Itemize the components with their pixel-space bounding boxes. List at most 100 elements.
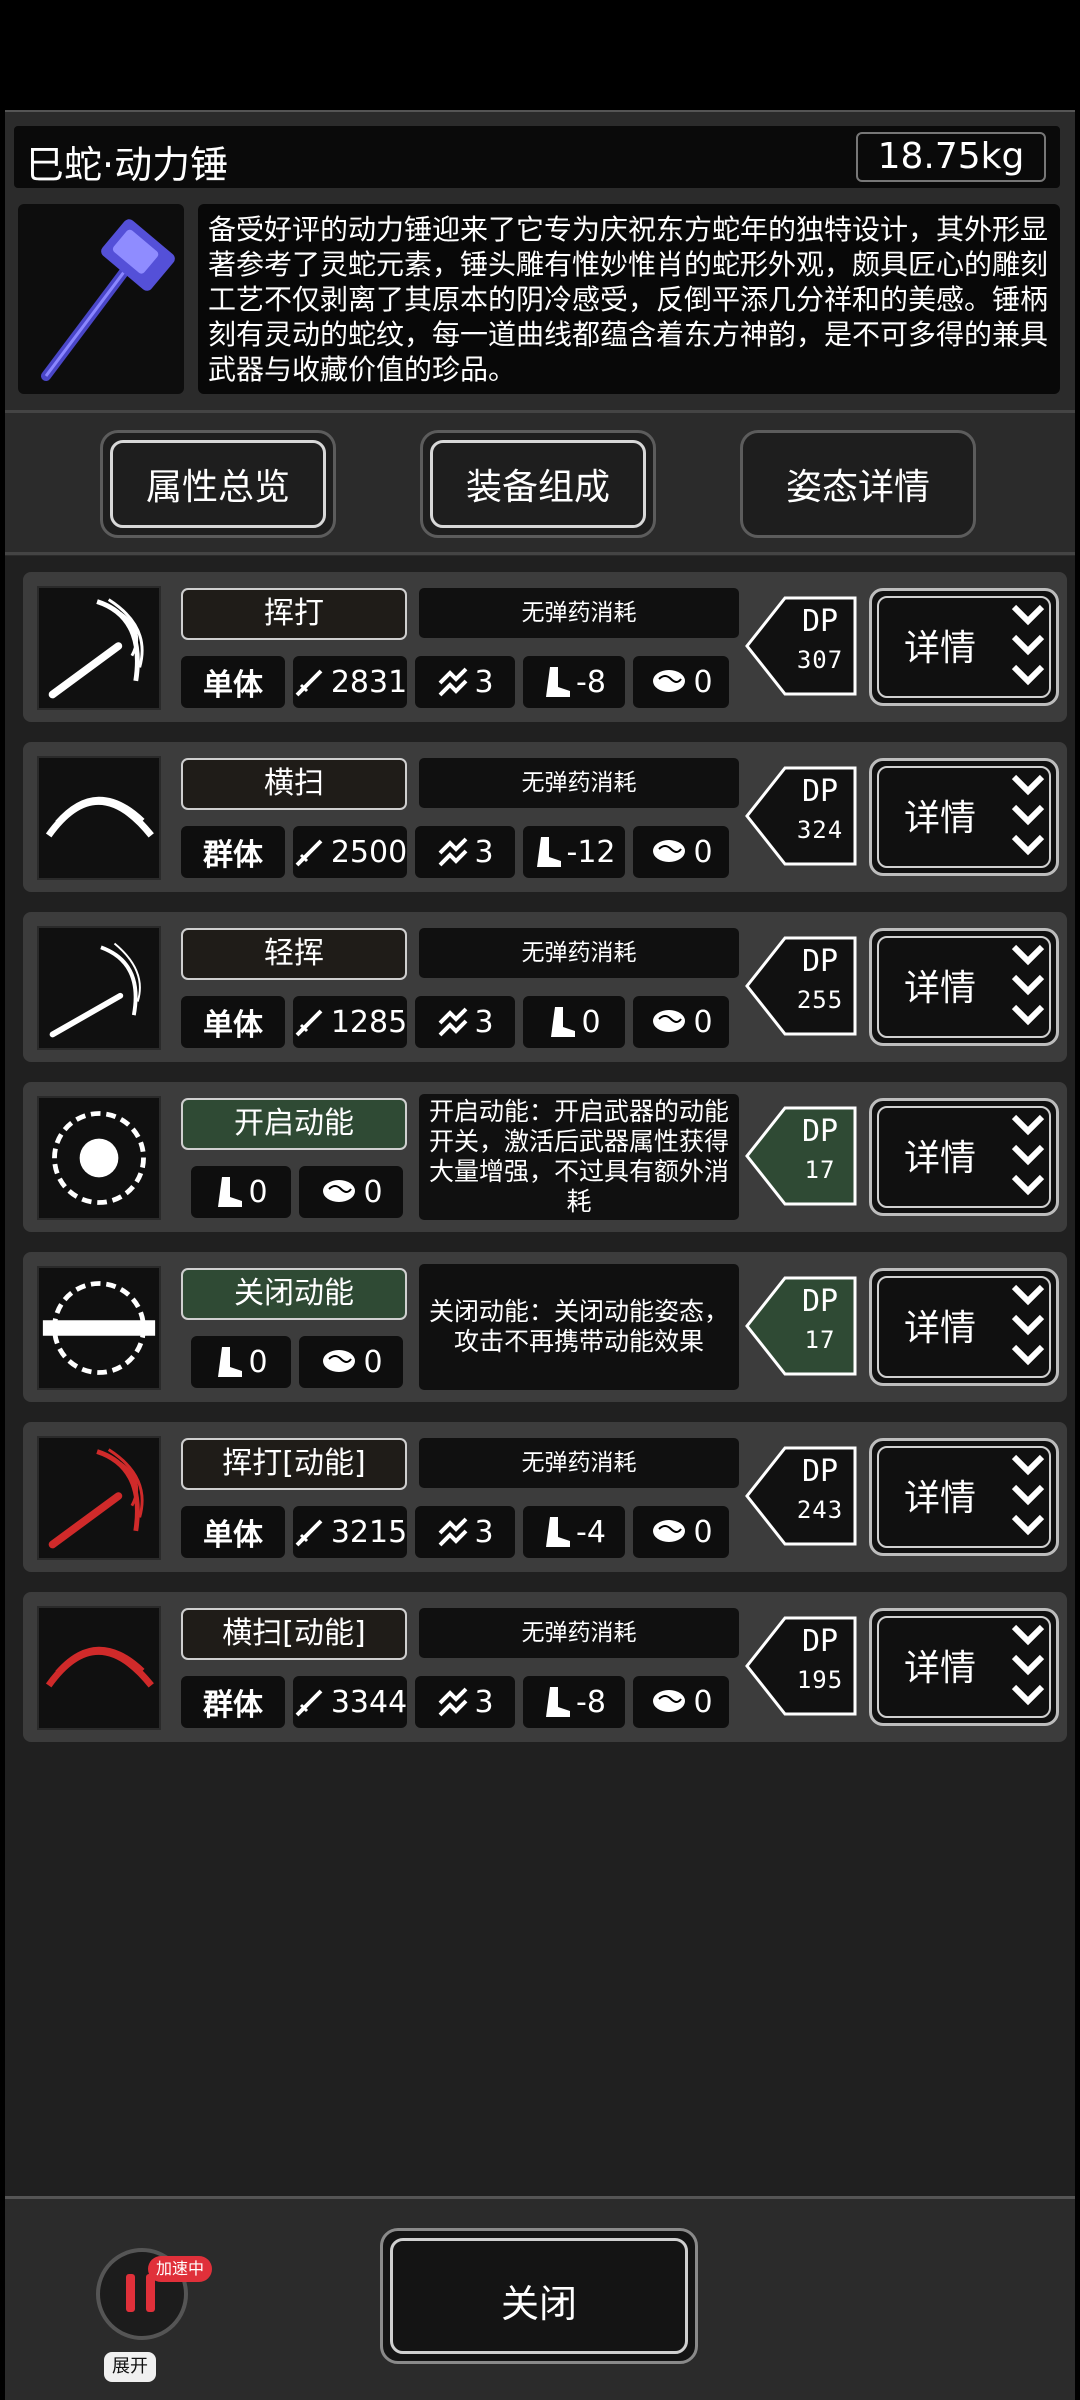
range-stat: 3 [415, 1506, 515, 1558]
damage-value: 3215 [330, 1514, 408, 1550]
detail-button[interactable]: 详情 [869, 1438, 1059, 1556]
range-stat: 3 [415, 996, 515, 1048]
dp-label: DP [801, 1454, 839, 1489]
damage-value: 2500 [330, 834, 408, 870]
skill-row: 关闭动能 关闭动能：关闭动能姿态，攻击不再携带动能效果 0 0 DP 17 详情 [23, 1252, 1067, 1402]
detail-label: 详情 [904, 1308, 977, 1349]
dp-label: DP [801, 604, 839, 639]
detail-button[interactable]: 详情 [869, 758, 1059, 876]
range-stat: 3 [415, 656, 515, 708]
skill-row: 轻挥 无弹药消耗 单体 1285 3 0 0 DP 255 详情 [23, 912, 1067, 1062]
divider [5, 552, 1075, 555]
brain-icon [323, 1180, 356, 1202]
skill-info: 无弹药消耗 [419, 1608, 739, 1658]
boot-icon [546, 1517, 571, 1547]
damage-value: 2831 [330, 664, 408, 700]
sword-icon [295, 1689, 323, 1717]
boot-icon [546, 667, 571, 697]
brain-icon [653, 670, 686, 692]
brain-stat: 0 [299, 1336, 403, 1388]
expand-button[interactable]: 展开 [104, 2352, 156, 2382]
detail-button[interactable]: 详情 [869, 1608, 1059, 1726]
skill-name-button[interactable]: 挥打 [181, 588, 407, 640]
tab-attribute-overview[interactable]: 属性总览 [100, 430, 336, 538]
chevron-down-icon [1011, 604, 1045, 686]
skill-name-button[interactable]: 横扫[动能] [181, 1608, 407, 1660]
damage-value: 1285 [330, 1004, 408, 1040]
brain-icon [653, 1520, 686, 1542]
brain-stat: 0 [633, 826, 729, 878]
skill-info: 关闭动能：关闭动能姿态，攻击不再携带动能效果 [419, 1264, 739, 1390]
dp-value: 255 [796, 986, 844, 1014]
target-type: 群体 [181, 826, 285, 878]
brain-value: 0 [693, 1514, 713, 1550]
swing-icon [37, 586, 161, 710]
divider [5, 410, 1075, 413]
skill-row: 横扫 无弹药消耗 群体 2500 3 -12 0 DP 324 详情 [23, 742, 1067, 892]
title-bar: 巳蛇·动力锤 18.75kg [14, 126, 1060, 188]
power-on-icon [37, 1096, 161, 1220]
detail-button[interactable]: 详情 [869, 928, 1059, 1046]
brain-icon [323, 1350, 356, 1372]
weapon-description: 备受好评的动力锤迎来了它专为庆祝东方蛇年的独特设计，其外形显著参考了灵蛇元素，锤… [198, 204, 1060, 394]
skill-name-button[interactable]: 开启动能 [181, 1098, 407, 1150]
target-type: 单体 [181, 1506, 285, 1558]
boot-icon [218, 1177, 243, 1207]
power-off-icon [37, 1266, 161, 1390]
tab-label: 装备组成 [465, 467, 610, 508]
dp-badge: DP 307 [745, 596, 857, 696]
skill-info: 无弹药消耗 [419, 1438, 739, 1488]
brain-value: 0 [693, 664, 713, 700]
tab-stance-details[interactable]: 姿态详情 [740, 430, 976, 538]
move-stat: -4 [523, 1506, 625, 1558]
detail-button[interactable]: 详情 [869, 1268, 1059, 1386]
range-icon [439, 837, 468, 867]
dp-value: 195 [796, 1666, 844, 1694]
range-icon [439, 667, 468, 697]
close-button[interactable]: 关闭 [380, 2228, 698, 2364]
detail-label: 详情 [904, 1648, 977, 1689]
move-value: 0 [248, 1344, 268, 1380]
powered-sweep-icon [37, 1606, 161, 1730]
move-stat: -8 [523, 656, 625, 708]
dp-badge: DP 195 [745, 1616, 857, 1716]
damage-stat: 3215 [293, 1506, 407, 1558]
range-stat: 3 [415, 1676, 515, 1728]
damage-value: 3344 [330, 1684, 408, 1720]
dp-label: DP [801, 774, 839, 809]
skill-row: 挥打[动能] 无弹药消耗 单体 3215 3 -4 0 DP 243 详情 [23, 1422, 1067, 1572]
brain-icon [653, 1010, 686, 1032]
brain-stat: 0 [633, 1506, 729, 1558]
boot-icon [551, 1007, 576, 1037]
move-stat: 0 [191, 1336, 291, 1388]
weapon-title: 巳蛇·动力锤 [26, 143, 229, 187]
skill-name-button[interactable]: 横扫 [181, 758, 407, 810]
skill-name-button[interactable]: 关闭动能 [181, 1268, 407, 1320]
tab-equipment-composition[interactable]: 装备组成 [420, 430, 656, 538]
chevron-down-icon [1011, 1114, 1045, 1196]
boost-badge: 加速中 [148, 2256, 213, 2282]
chevron-down-icon [1011, 1624, 1045, 1706]
detail-button[interactable]: 详情 [869, 1098, 1059, 1216]
brain-icon [653, 840, 686, 862]
detail-label: 详情 [904, 968, 977, 1009]
skill-name-button[interactable]: 轻挥 [181, 928, 407, 980]
light-swing-icon [37, 926, 161, 1050]
range-icon [439, 1517, 468, 1547]
tab-label: 姿态详情 [785, 467, 930, 508]
brain-stat: 0 [299, 1166, 403, 1218]
move-value: -8 [576, 664, 606, 700]
boot-icon [536, 837, 561, 867]
detail-label: 详情 [904, 798, 977, 839]
move-stat: -8 [523, 1676, 625, 1728]
skill-name-button[interactable]: 挥打[动能] [181, 1438, 407, 1490]
dp-label: DP [801, 944, 839, 979]
skill-row: 横扫[动能] 无弹药消耗 群体 3344 3 -8 0 DP 195 详情 [23, 1592, 1067, 1742]
dp-badge: DP 255 [745, 936, 857, 1036]
sword-icon [295, 1009, 323, 1037]
dp-badge: DP 17 [745, 1276, 857, 1376]
detail-button[interactable]: 详情 [869, 588, 1059, 706]
target-type: 群体 [181, 1676, 285, 1728]
hammer-icon [41, 219, 175, 381]
damage-stat: 2831 [293, 656, 407, 708]
